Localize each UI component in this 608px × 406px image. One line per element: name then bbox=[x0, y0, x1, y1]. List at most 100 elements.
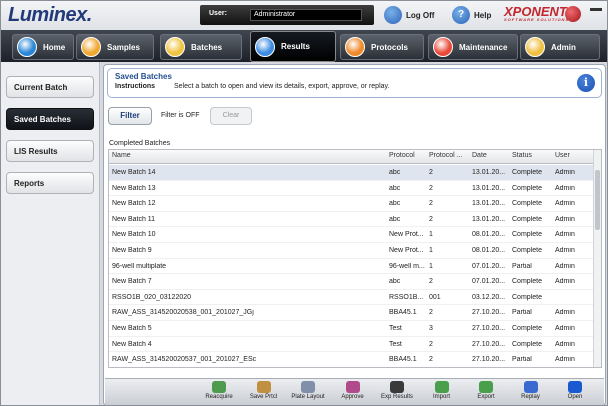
table-row[interactable]: RSSO1B_020_03122020 RSSO1B... 001 03.12.20.… bbox=[109, 290, 595, 306]
table-cell: New Prot... bbox=[389, 247, 424, 254]
column-header-protocol[interactable]: Protocol bbox=[389, 152, 415, 159]
table-cell: New Batch 5 bbox=[112, 325, 152, 332]
table-cell: 96-well multiplate bbox=[112, 262, 167, 270]
action-toolbar: Reacquire Save Prtcl Plate Layout Approve Ex… bbox=[105, 378, 604, 406]
import-icon bbox=[434, 381, 449, 393]
tab-admin[interactable]: Admin bbox=[520, 34, 600, 60]
tab-results[interactable]: Results bbox=[250, 31, 336, 62]
column-header-date[interactable]: Date bbox=[472, 152, 487, 159]
tab-samples[interactable]: Samples bbox=[76, 34, 154, 60]
table-cell: Complete bbox=[512, 200, 542, 208]
plate-layout-button[interactable]: Plate Layout bbox=[286, 380, 330, 406]
table-row[interactable]: New Batch 5 Test 3 27.10.20... Complete Admin bbox=[109, 321, 595, 337]
table-row[interactable]: New Batch 7 abc 2 07.01.20... Complete Admin bbox=[109, 274, 595, 290]
column-header-user[interactable]: User bbox=[555, 152, 570, 159]
table-cell: BBA45.1 bbox=[389, 309, 417, 317]
tab-batches[interactable]: Batches bbox=[160, 34, 242, 60]
table-row[interactable]: RAW_ASS_314520020538_001_201027_JGj BBA45… bbox=[109, 305, 595, 321]
table-cell: Admin bbox=[555, 169, 575, 176]
table-cell: Admin bbox=[555, 278, 575, 286]
table-row[interactable]: New Batch 11 abc 2 13.01.20... Complete Admin bbox=[109, 212, 595, 228]
table-cell: Complete bbox=[512, 278, 542, 286]
table-cell: 13.01.20... bbox=[472, 184, 506, 192]
minimize-icon[interactable] bbox=[590, 8, 602, 11]
table-row[interactable]: 96-well multiplate 96-well m... 1 07.01.20.… bbox=[109, 259, 595, 275]
reacquire-button[interactable]: Reacquire bbox=[197, 380, 241, 406]
clear-button[interactable]: Clear bbox=[210, 107, 252, 125]
table-row[interactable]: New Batch 9 New Prot... 1 08.01.20... Comple… bbox=[109, 243, 595, 259]
help-button[interactable]: ? Help bbox=[452, 5, 491, 25]
table-scrollbar[interactable] bbox=[593, 150, 601, 367]
table-cell: 1 bbox=[429, 247, 433, 254]
brand-subtitle: SOFTWARE SOLUTIONS bbox=[504, 17, 570, 22]
tab-protocols[interactable]: Protocols bbox=[340, 34, 424, 60]
tab-maintenance[interactable]: Maintenance bbox=[428, 34, 518, 60]
sidebar-item-current-batch[interactable]: Current Batch bbox=[6, 76, 94, 98]
table-row[interactable]: RAW_ASS_314520020537_001_201027_ESc BBA45… bbox=[109, 352, 595, 367]
table-cell: abc bbox=[389, 200, 401, 208]
scrollbar-thumb[interactable] bbox=[595, 170, 600, 230]
tab-label: Batches bbox=[191, 42, 223, 52]
export-button[interactable]: Export bbox=[464, 380, 508, 406]
export-icon bbox=[479, 381, 493, 393]
user-field: Administrator bbox=[250, 9, 362, 21]
table-cell: Complete bbox=[512, 293, 542, 301]
table-cell: Admin bbox=[555, 200, 575, 208]
table-cell: Partial bbox=[512, 262, 532, 270]
instructions-text: Select a batch to open and view its deta… bbox=[174, 83, 390, 90]
table-cell: RAW_ASS_314520020538_001_201027_JGj bbox=[112, 309, 254, 317]
column-header-status[interactable]: Status bbox=[512, 152, 532, 159]
table-row[interactable]: New Batch 14 abc 2 13.01.20... Complete Admin bbox=[109, 165, 595, 181]
sidebar: Current Batch Saved Batches LIS Results … bbox=[0, 62, 100, 406]
table-row[interactable]: New Batch 10 New Prot... 1 08.01.20... Compl… bbox=[109, 227, 595, 243]
table-row[interactable]: New Batch 12 abc 2 13.01.20... Complete Admin bbox=[109, 196, 595, 212]
xponent-logo: XPONENT SOFTWARE SOLUTIONS bbox=[504, 4, 569, 22]
filter-button[interactable]: Filter bbox=[108, 107, 152, 125]
open-icon bbox=[568, 381, 582, 393]
sidebar-item-lis-results[interactable]: LIS Results bbox=[6, 140, 94, 162]
table-row[interactable]: New Batch 13 abc 2 13.01.20... Complete Admin bbox=[109, 181, 595, 197]
tab-label: Admin bbox=[551, 42, 576, 52]
column-header-protocol-version[interactable]: Protocol ... bbox=[429, 152, 462, 159]
samples-icon bbox=[81, 37, 101, 57]
info-icon[interactable]: i bbox=[577, 74, 595, 92]
home-icon bbox=[17, 37, 37, 57]
table-cell: 08.01.20... bbox=[472, 231, 506, 239]
table-cell: 13.01.20... bbox=[472, 215, 506, 223]
table-cell: 07.01.20... bbox=[472, 262, 506, 270]
table-cell: 2 bbox=[429, 169, 433, 176]
column-header-name[interactable]: Name bbox=[112, 152, 131, 159]
tab-home[interactable]: Home bbox=[12, 34, 74, 60]
open-button[interactable]: Open bbox=[553, 380, 597, 406]
plate-layout-icon bbox=[301, 381, 315, 393]
replay-icon bbox=[523, 381, 538, 393]
toolbar-button-label: Replay bbox=[521, 394, 540, 400]
exp-results-button[interactable]: Exp Results bbox=[375, 380, 419, 406]
table-cell: abc bbox=[389, 278, 401, 286]
table-cell: Complete bbox=[512, 184, 542, 192]
replay-button[interactable]: Replay bbox=[509, 380, 553, 406]
save-prtcl-button[interactable]: Save Prtcl bbox=[242, 380, 286, 406]
admin-icon bbox=[525, 37, 545, 57]
toolbar-button-label: Export bbox=[477, 394, 495, 400]
import-button[interactable]: Import bbox=[420, 380, 464, 406]
protocols-icon bbox=[345, 37, 365, 57]
table-cell: 1 bbox=[429, 231, 433, 239]
table-cell: Test bbox=[389, 340, 402, 348]
toolbar-button-label: Open bbox=[567, 394, 583, 400]
table-cell: Admin bbox=[555, 247, 575, 254]
table-cell: Complete bbox=[512, 231, 542, 239]
table-cell: 2 bbox=[429, 309, 433, 317]
sidebar-item-reports[interactable]: Reports bbox=[6, 172, 94, 194]
page-title: Saved Batches bbox=[115, 72, 172, 81]
table-cell: New Batch 14 bbox=[112, 169, 156, 176]
tab-label: Samples bbox=[107, 42, 140, 52]
logoff-button[interactable]: Log Off bbox=[384, 5, 434, 25]
sidebar-item-saved-batches[interactable]: Saved Batches bbox=[6, 108, 94, 130]
user-bar: User: Administrator bbox=[200, 5, 374, 25]
table-row[interactable]: New Batch 4 Test 2 27.10.20... Complete Admin bbox=[109, 337, 595, 353]
table-cell: Complete bbox=[512, 340, 542, 348]
table-header: Name Protocol Protocol ... Date Status U… bbox=[109, 150, 595, 164]
table-cell: 27.10.20... bbox=[472, 309, 506, 317]
approve-button[interactable]: Approve bbox=[331, 380, 375, 406]
